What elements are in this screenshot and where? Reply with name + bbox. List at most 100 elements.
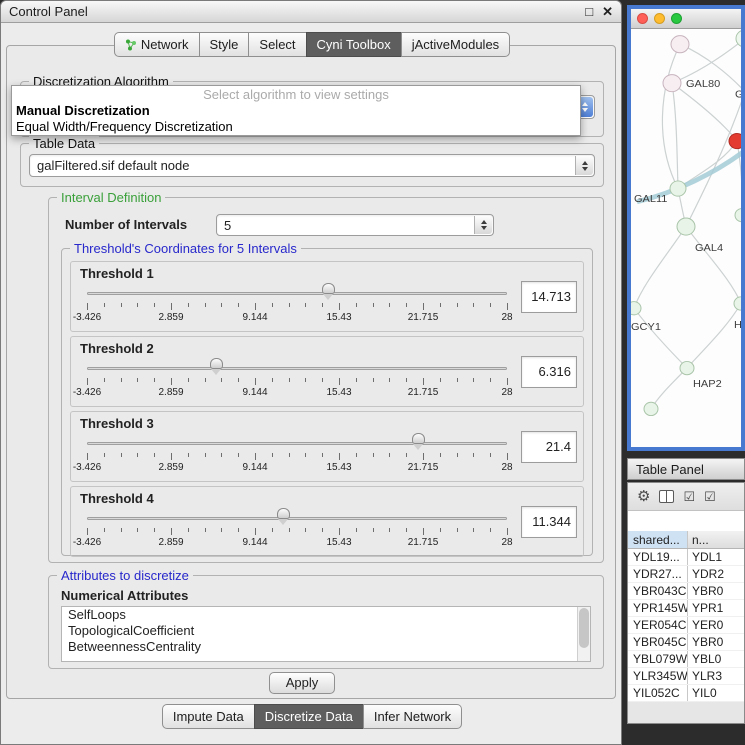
- network-node[interactable]: [631, 302, 641, 315]
- table-cell[interactable]: YIL052C: [628, 685, 688, 701]
- tick-mark: [339, 378, 340, 385]
- table-row[interactable]: YBR045CYBR0: [628, 634, 744, 651]
- table-cell[interactable]: YBR0: [688, 583, 744, 599]
- tab-network[interactable]: Network: [114, 32, 200, 57]
- network-node[interactable]: [670, 181, 686, 196]
- table-cell[interactable]: YER0: [688, 617, 744, 633]
- column-header-name[interactable]: n...: [688, 531, 744, 548]
- minimize-traffic-light-icon[interactable]: [654, 13, 665, 24]
- float-window-icon[interactable]: □: [585, 1, 593, 23]
- slider-track[interactable]: [87, 442, 507, 445]
- threshold-slider[interactable]: -3.4262.8599.14415.4321.71528: [87, 432, 507, 480]
- threshold-slider[interactable]: -3.4262.8599.14415.4321.71528: [87, 507, 507, 555]
- table-cell[interactable]: YLR345W: [628, 668, 688, 684]
- table-cell[interactable]: YDL19...: [628, 549, 688, 565]
- network-node[interactable]: [734, 297, 741, 310]
- table-cell[interactable]: YER054C: [628, 617, 688, 633]
- table-cell[interactable]: YBL0: [688, 651, 744, 667]
- tab-cyni-toolbox[interactable]: Cyni Toolbox: [306, 32, 402, 57]
- table-row[interactable]: YBL079WYBL0: [628, 651, 744, 668]
- threshold-value-field[interactable]: 21.4: [521, 431, 577, 463]
- tab-select[interactable]: Select: [248, 32, 306, 57]
- network-node[interactable]: [671, 36, 689, 53]
- table-row[interactable]: YIL052CYIL0: [628, 685, 744, 702]
- network-canvas[interactable]: GAL80GAGAL11GAL4GCY1HHAP2: [631, 29, 741, 426]
- table-row[interactable]: YER054CYER0: [628, 617, 744, 634]
- table-cell[interactable]: YBR0: [688, 634, 744, 650]
- tab-infer-network[interactable]: Infer Network: [363, 704, 462, 729]
- table-cell[interactable]: YBL079W: [628, 651, 688, 667]
- attribute-item[interactable]: BetweennessCentrality: [62, 639, 590, 655]
- tab-discretize-data[interactable]: Discretize Data: [254, 704, 364, 729]
- threshold-value-field[interactable]: 11.344: [521, 506, 577, 538]
- tick-mark: [406, 378, 407, 382]
- tab-style[interactable]: Style: [199, 32, 250, 57]
- table-cell[interactable]: YPR145W: [628, 600, 688, 616]
- table-cell[interactable]: YDR27...: [628, 566, 688, 582]
- tick-mark: [389, 378, 390, 382]
- control-panel-titlebar[interactable]: Control Panel □ ✕: [1, 1, 621, 23]
- table-panel-titlebar[interactable]: Table Panel: [627, 458, 745, 480]
- slider-track[interactable]: [87, 517, 507, 520]
- threshold-value-field[interactable]: 14.713: [521, 281, 577, 313]
- interval-definition-group-title: Interval Definition: [57, 190, 165, 205]
- table-cell[interactable]: YBR045C: [628, 634, 688, 650]
- threshold-value-field[interactable]: 6.316: [521, 356, 577, 388]
- dropdown-option-manual-discretization[interactable]: Manual Discretization: [12, 103, 580, 119]
- tab-impute-data[interactable]: Impute Data: [162, 704, 255, 729]
- table-row[interactable]: YLR345WYLR3: [628, 668, 744, 685]
- threshold-slider[interactable]: -3.4262.8599.14415.4321.71528: [87, 357, 507, 405]
- close-icon[interactable]: ✕: [602, 1, 613, 23]
- table-data-combobox[interactable]: galFiltered.sif default node: [29, 154, 595, 177]
- table-row[interactable]: YPR145WYPR1: [628, 600, 744, 617]
- tick-mark: [154, 528, 155, 532]
- select-visible-columns-icon[interactable]: ☑: [683, 490, 695, 503]
- select-all-columns-icon[interactable]: ☑: [704, 490, 716, 503]
- threshold-slider[interactable]: -3.4262.8599.14415.4321.71528: [87, 282, 507, 330]
- scale-label: 15.43: [326, 387, 351, 398]
- number-of-intervals-combobox[interactable]: 5: [216, 214, 494, 236]
- combobox-arrows-icon[interactable]: [474, 216, 492, 234]
- network-node[interactable]: [644, 402, 658, 415]
- table-cell[interactable]: YDR2: [688, 566, 744, 582]
- network-node[interactable]: [735, 209, 741, 222]
- table-cell[interactable]: YLR3: [688, 668, 744, 684]
- network-window-titlebar[interactable]: [631, 9, 741, 29]
- table-cell[interactable]: YBR043C: [628, 583, 688, 599]
- tick-mark: [221, 378, 222, 382]
- numerical-attributes-list[interactable]: SelfLoopsTopologicalCoefficientBetweenne…: [61, 606, 591, 662]
- slider-thumb[interactable]: [322, 283, 335, 294]
- combobox-arrows-icon[interactable]: [575, 156, 593, 175]
- dropdown-option-equal-width-frequency[interactable]: Equal Width/Frequency Discretization: [12, 119, 580, 135]
- table-row[interactable]: YBR043CYBR0: [628, 583, 744, 600]
- threshold-panel: Threshold 4 -3.4262.8599.14415.4321.7152…: [70, 486, 584, 557]
- close-traffic-light-icon[interactable]: [637, 13, 648, 24]
- network-node[interactable]: [663, 75, 681, 92]
- slider-thumb[interactable]: [210, 358, 223, 369]
- zoom-traffic-light-icon[interactable]: [671, 13, 682, 24]
- network-node[interactable]: [729, 133, 741, 148]
- table-cell[interactable]: YPR1: [688, 600, 744, 616]
- attribute-item[interactable]: TopologicalCoefficient: [62, 623, 590, 639]
- table-cell[interactable]: YIL0: [688, 685, 744, 701]
- show-columns-icon[interactable]: [659, 490, 674, 503]
- tick-mark: [188, 528, 189, 532]
- table-cell[interactable]: YDL1: [688, 549, 744, 565]
- slider-track[interactable]: [87, 367, 507, 370]
- network-node[interactable]: [680, 361, 694, 374]
- tick-mark: [188, 453, 189, 457]
- slider-thumb[interactable]: [412, 433, 425, 444]
- slider-track[interactable]: [87, 292, 507, 295]
- scrollbar-thumb[interactable]: [579, 608, 589, 648]
- column-header-shared-name[interactable]: shared...: [628, 531, 688, 548]
- table-row[interactable]: YDL19...YDL1: [628, 549, 744, 566]
- tab-jactivemodules[interactable]: jActiveModules: [401, 32, 510, 57]
- gear-icon[interactable]: ⚙: [637, 489, 650, 504]
- network-node[interactable]: [677, 218, 695, 235]
- list-scrollbar[interactable]: [577, 607, 590, 661]
- slider-thumb[interactable]: [277, 508, 290, 519]
- tick-mark: [356, 303, 357, 307]
- apply-button[interactable]: Apply: [269, 672, 335, 694]
- table-row[interactable]: YDR27...YDR2: [628, 566, 744, 583]
- attribute-item[interactable]: SelfLoops: [62, 607, 590, 623]
